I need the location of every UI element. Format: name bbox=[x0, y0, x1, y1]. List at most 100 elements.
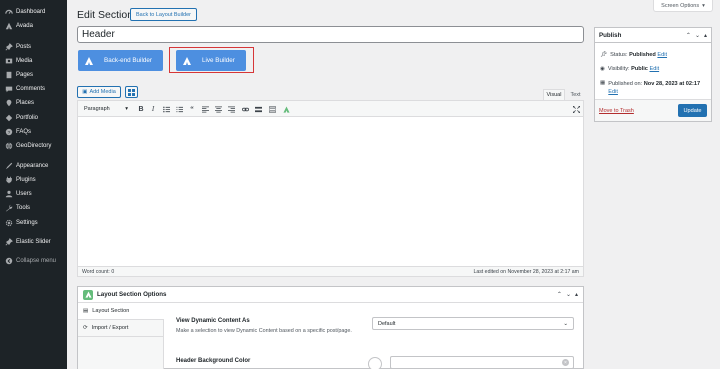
wrench-icon bbox=[4, 203, 13, 212]
calendar-icon: ▦ bbox=[600, 80, 606, 86]
sidebar-item-label: Settings bbox=[16, 219, 38, 226]
status-label: Status: bbox=[610, 52, 628, 58]
tab-label: Layout Section bbox=[92, 308, 130, 314]
comments-icon bbox=[4, 84, 13, 93]
caret-up-icon[interactable]: ▴ bbox=[704, 32, 707, 39]
align-right-icon[interactable] bbox=[227, 105, 235, 113]
visibility-value: Public bbox=[631, 66, 648, 72]
edit-status-link[interactable]: Edit bbox=[657, 52, 667, 58]
sidebar-item-geodirectory[interactable]: GeoDirectory bbox=[0, 139, 67, 152]
format-select-value: Paragraph bbox=[84, 106, 110, 112]
pages-icon bbox=[4, 70, 13, 79]
sidebar-item-pages[interactable]: Pages bbox=[0, 68, 67, 81]
sidebar-item-elastic-slider[interactable]: Elastic Slider bbox=[0, 235, 67, 248]
tab-import-export[interactable]: ⟳ Import / Export bbox=[78, 320, 163, 337]
editor-content-area[interactable] bbox=[78, 117, 583, 263]
sidebar-item-comments[interactable]: Comments bbox=[0, 82, 67, 95]
tab-label: Import / Export bbox=[91, 325, 129, 331]
screen-options-button[interactable]: Screen Options ▾ bbox=[653, 0, 713, 12]
tab-layout-section[interactable]: ▤ Layout Section bbox=[78, 303, 164, 320]
bold-icon[interactable]: B bbox=[137, 105, 145, 113]
sidebar-item-label: Dashboard bbox=[16, 8, 46, 15]
dynamic-content-select[interactable]: Default ⌄ bbox=[372, 317, 574, 330]
published-row: ▦ Published on: Nov 28, 2023 at 02:17 Edi… bbox=[600, 80, 708, 96]
numbered-list-icon[interactable] bbox=[175, 105, 183, 113]
update-button[interactable]: Update bbox=[678, 104, 707, 117]
color-swatch[interactable] bbox=[368, 357, 382, 369]
globe-icon bbox=[4, 141, 13, 150]
edit-date-link[interactable]: Edit bbox=[608, 89, 618, 95]
users-icon bbox=[4, 189, 13, 198]
italic-icon[interactable]: I bbox=[149, 105, 157, 113]
sidebar-item-appearance[interactable]: Appearance bbox=[0, 159, 67, 172]
add-media-button[interactable]: ▣ Add Media bbox=[77, 86, 121, 98]
tab-visual[interactable]: Visual bbox=[543, 89, 565, 100]
collapse-icon bbox=[4, 256, 13, 265]
collapse-menu-button[interactable]: Collapse menu bbox=[0, 254, 67, 267]
align-center-icon[interactable] bbox=[214, 105, 222, 113]
clear-icon[interactable]: × bbox=[562, 359, 569, 366]
blockquote-icon[interactable]: “ bbox=[188, 105, 196, 113]
sidebar-item-settings[interactable]: Settings bbox=[0, 216, 67, 229]
screen-options-label: Screen Options bbox=[661, 2, 700, 9]
backend-builder-button[interactable]: Back-end Builder bbox=[78, 50, 163, 71]
published-value: Nov 28, 2023 at 02:17 bbox=[643, 81, 701, 87]
back-to-layout-builder-button[interactable]: Back to Layout Builder bbox=[130, 8, 197, 21]
dashboard-icon bbox=[4, 7, 13, 16]
tab-text[interactable]: Text bbox=[567, 89, 584, 100]
avada-icon bbox=[83, 289, 93, 300]
chevron-down-icon[interactable]: ⌄ bbox=[695, 32, 700, 39]
content-editor: Paragraph ▾ B I “ Word count: 0 Last edi… bbox=[77, 100, 584, 277]
toolbar-toggle-icon[interactable] bbox=[268, 105, 276, 113]
sidebar-item-label: Portfolio bbox=[16, 114, 39, 121]
move-to-trash-link[interactable]: Move to Trash bbox=[599, 108, 634, 114]
lso-tabs: ▤ Layout Section ⟳ Import / Export bbox=[78, 303, 164, 369]
bullet-list-icon[interactable] bbox=[162, 105, 170, 113]
publish-title: Publish bbox=[599, 31, 622, 39]
faq-icon: ? bbox=[4, 127, 13, 136]
sidebar-item-label: Places bbox=[16, 99, 35, 106]
avada-icon[interactable] bbox=[282, 105, 290, 113]
dynamic-content-description: Make a selection to view Dynamic Content… bbox=[176, 328, 352, 334]
publish-footer: Move to Trash Update bbox=[595, 99, 711, 121]
sidebar-item-label: Plugins bbox=[16, 176, 36, 183]
status-value: Published bbox=[629, 52, 656, 58]
align-left-icon[interactable] bbox=[201, 105, 209, 113]
sidebar-item-users[interactable]: Users bbox=[0, 187, 67, 200]
grid-button[interactable] bbox=[125, 86, 138, 98]
publish-header: Publish ⌃ ⌄ ▴ bbox=[595, 28, 711, 43]
sidebar-item-label: FAQs bbox=[16, 128, 32, 135]
sidebar-item-media[interactable]: Media bbox=[0, 54, 67, 67]
sidebar-item-label: Avada bbox=[16, 22, 33, 29]
publish-box: Publish ⌃ ⌄ ▴ 📌︎ Status: Published Edit … bbox=[594, 27, 712, 122]
link-icon[interactable] bbox=[241, 105, 249, 113]
fullscreen-icon[interactable] bbox=[572, 105, 580, 113]
header-bg-color-input[interactable]: × bbox=[390, 356, 574, 369]
sidebar-item-posts[interactable]: Posts bbox=[0, 40, 67, 53]
chevron-down-icon[interactable]: ⌄ bbox=[566, 291, 571, 298]
read-more-icon[interactable] bbox=[254, 105, 262, 113]
places-icon bbox=[4, 98, 13, 107]
sidebar-item-portfolio[interactable]: Portfolio bbox=[0, 111, 67, 124]
grid-icon bbox=[128, 88, 135, 96]
sidebar-item-tools[interactable]: Tools bbox=[0, 201, 67, 214]
layout-section-options: Layout Section Options ⌃ ⌄ ▴ ▤ Layout Se… bbox=[77, 286, 584, 369]
sidebar-item-faqs[interactable]: ? FAQs bbox=[0, 125, 67, 138]
backend-builder-label: Back-end Builder bbox=[104, 57, 152, 64]
chevron-up-icon[interactable]: ⌃ bbox=[557, 291, 562, 298]
format-select[interactable]: Paragraph ▾ bbox=[82, 104, 130, 114]
sidebar-item-label: Pages bbox=[16, 71, 34, 78]
pin-icon: 📌︎ bbox=[600, 52, 608, 58]
sidebar-item-plugins[interactable]: Plugins bbox=[0, 173, 67, 186]
post-title-input[interactable]: Header bbox=[77, 26, 584, 43]
sidebar-item-dashboard[interactable]: Dashboard bbox=[0, 5, 67, 18]
caret-down-icon: ▾ bbox=[702, 2, 705, 9]
sidebar-item-avada[interactable]: Avada bbox=[0, 19, 67, 32]
chevron-up-icon[interactable]: ⌃ bbox=[686, 32, 691, 39]
caret-up-icon[interactable]: ▴ bbox=[575, 291, 578, 298]
settings-icon bbox=[4, 218, 13, 227]
avada-icon bbox=[85, 56, 93, 65]
edit-visibility-link[interactable]: Edit bbox=[649, 66, 659, 72]
sidebar-item-places[interactable]: Places bbox=[0, 96, 67, 109]
published-label: Published on: bbox=[608, 81, 643, 87]
